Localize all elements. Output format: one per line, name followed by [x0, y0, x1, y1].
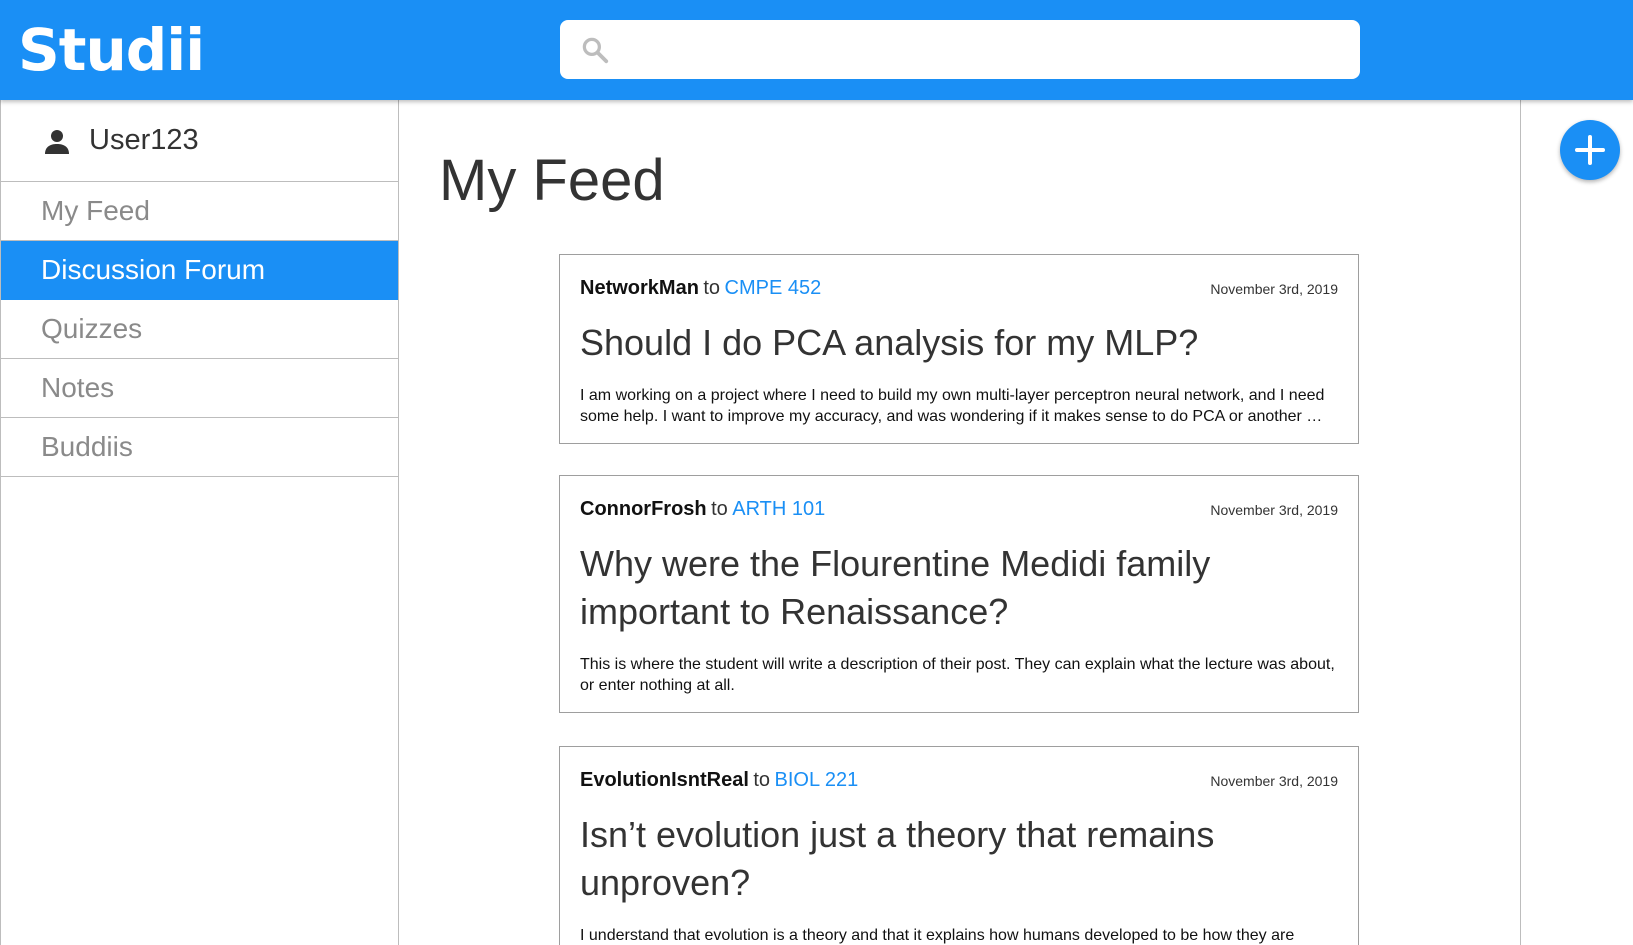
post-title[interactable]: Should I do PCA analysis for my MLP?	[580, 319, 1338, 367]
post-course-link[interactable]: CMPE 452	[725, 277, 822, 299]
post-date: November 3rd, 2019	[1210, 502, 1338, 518]
post-author[interactable]: ConnorFrosh	[580, 498, 707, 520]
page-title: My Feed	[439, 148, 665, 213]
post-author[interactable]: EvolutionIsntReal	[580, 769, 749, 791]
post-body: This is where the student will write a d…	[580, 656, 1335, 694]
username: User123	[89, 124, 199, 156]
post-to-label: to	[753, 769, 771, 791]
user-profile[interactable]: User123	[1, 100, 398, 182]
sidebar-item-quizzes[interactable]: Quizzes	[1, 300, 398, 359]
main-content: My Feed NetworkMan to CMPE 452 November …	[399, 100, 1521, 945]
post-to-label: to	[711, 498, 728, 520]
post-card[interactable]: NetworkMan to CMPE 452 November 3rd, 201…	[559, 254, 1359, 444]
plus-icon	[1575, 135, 1605, 165]
post-date: November 3rd, 2019	[1210, 281, 1338, 297]
post-course-link[interactable]: ARTH 101	[732, 498, 825, 520]
person-icon	[45, 130, 69, 154]
sidebar-item-discussion-forum[interactable]: Discussion Forum	[1, 241, 398, 300]
post-title[interactable]: Why were the Flourentine Medidi family i…	[580, 540, 1338, 636]
sidebar: User123 My Feed Discussion Forum Quizzes…	[0, 100, 399, 945]
top-bar: Studii	[0, 0, 1633, 100]
add-post-button[interactable]	[1560, 120, 1620, 180]
post-course-link[interactable]: BIOL 221	[775, 769, 859, 791]
search-bar[interactable]	[560, 20, 1360, 79]
post-body: I understand that evolution is a theory …	[580, 927, 1295, 944]
search-icon	[582, 37, 609, 64]
post-date: November 3rd, 2019	[1210, 773, 1338, 789]
post-header: EvolutionIsntReal to BIOL 221 November 3…	[580, 769, 1338, 803]
post-header: ConnorFrosh to ARTH 101 November 3rd, 20…	[580, 498, 1338, 532]
post-to-label: to	[703, 277, 721, 299]
sidebar-item-buddiis[interactable]: Buddiis	[1, 418, 398, 477]
post-card[interactable]: EvolutionIsntReal to BIOL 221 November 3…	[559, 746, 1359, 945]
sidebar-item-my-feed[interactable]: My Feed	[1, 182, 398, 241]
post-author[interactable]: NetworkMan	[580, 277, 699, 299]
post-body: I am working on a project where I need t…	[580, 387, 1325, 425]
sidebar-item-notes[interactable]: Notes	[1, 359, 398, 418]
app-logo[interactable]: Studii	[18, 14, 205, 86]
post-title[interactable]: Isn’t evolution just a theory that remai…	[580, 811, 1338, 907]
post-card[interactable]: ConnorFrosh to ARTH 101 November 3rd, 20…	[559, 475, 1359, 713]
post-header: NetworkMan to CMPE 452 November 3rd, 201…	[580, 277, 1338, 311]
search-input[interactable]	[624, 30, 1348, 70]
